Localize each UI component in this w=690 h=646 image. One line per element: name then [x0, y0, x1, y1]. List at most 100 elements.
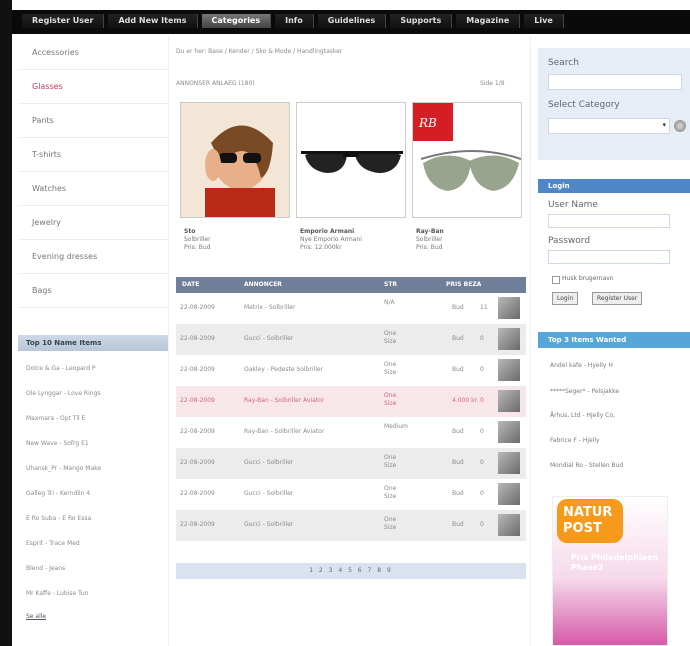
cell-name[interactable]: Gucci - Solbriller [244, 490, 293, 497]
product-caption-desc: Nye Emporio Armani [300, 236, 362, 243]
col-size[interactable]: STR [384, 281, 397, 288]
nav-add-new-items[interactable]: Add New Items [108, 14, 198, 28]
cell-price: 4.000 kr. [452, 397, 479, 404]
product-photo-rayban[interactable]: RB [412, 102, 522, 218]
cell-count: 0 [480, 366, 484, 373]
category-select[interactable]: ▾ [548, 118, 670, 134]
product-caption-desc: Solbriller [416, 236, 443, 243]
top-name-item[interactable]: Mr Kaffe - Lubise Tun [18, 583, 168, 605]
product-photo-rayban-svg: RB [413, 103, 521, 217]
nav-info[interactable]: Info [275, 14, 314, 28]
product-photo-glasses-black[interactable] [296, 102, 406, 218]
category-accessories[interactable]: Accessories [18, 36, 168, 70]
top-name-item[interactable]: Dolce & Ga - Leopard P [18, 358, 168, 380]
top-name-item[interactable]: Esprit - Trace Med [18, 533, 168, 555]
row-thumbnail[interactable] [498, 483, 520, 505]
row-thumbnail[interactable] [498, 359, 520, 381]
row-thumbnail[interactable] [498, 452, 520, 474]
advertisement-banner[interactable]: NATUR POST Pris Philadelphiaen Phase2 [552, 496, 668, 646]
cell-date: 22-08-2009 [180, 304, 215, 311]
col-annoncer[interactable]: ANNONCER [244, 281, 282, 288]
cell-name[interactable]: Oakley - Pedeste Solbriller [244, 366, 323, 373]
category-list: Accessories Glasses Pants T-shirts Watch… [18, 36, 168, 308]
top-name-item[interactable]: Maxmara - Opt Til E [18, 408, 168, 430]
product-photo-woman[interactable] [180, 102, 290, 218]
search-title: Search [548, 58, 579, 68]
product-photo-woman-svg [181, 103, 289, 217]
top3-item[interactable]: Andel kafe - Hyelly H [550, 362, 613, 369]
top-name-item[interactable]: Galleg Tri - Kerndlin 4 [18, 483, 168, 505]
category-tshirts[interactable]: T-shirts [18, 138, 168, 172]
col-price[interactable]: PRIS BEZA [446, 281, 481, 288]
nav-register-user[interactable]: Register User [22, 14, 105, 28]
separator-right [530, 36, 531, 646]
listing-table-header: DATE ANNONCER STR PRIS BEZA [176, 277, 526, 293]
row-thumbnail[interactable] [498, 421, 520, 443]
username-input[interactable] [548, 214, 670, 228]
cell-price: Bud [452, 459, 464, 466]
nav-guidelines[interactable]: Guidelines [317, 14, 387, 28]
cell-name[interactable]: Matrix - Solbriller [244, 304, 295, 311]
nav-live[interactable]: Live [524, 14, 564, 28]
product-caption-title: Sto [184, 228, 196, 235]
pagination[interactable]: 1 2 3 4 5 6 7 8 9 [176, 563, 526, 579]
row-thumbnail[interactable] [498, 514, 520, 536]
top3-item[interactable]: Århus, Ltd - Hjelly Co, [550, 412, 615, 419]
row-thumbnail[interactable] [498, 297, 520, 319]
nav-supports[interactable]: Supports [390, 14, 453, 28]
category-jewelry[interactable]: Jewelry [18, 206, 168, 240]
cell-count: 0 [480, 397, 484, 404]
table-row[interactable]: 22-08-2009 Gucci - Solbriller One Size Bud 0 [176, 448, 526, 480]
cell-date: 22-08-2009 [180, 335, 215, 342]
table-row[interactable]: 22-08-2009 Ray-Ban - Solbriller Aviator On… [176, 386, 526, 418]
category-pants[interactable]: Pants [18, 104, 168, 138]
search-go-icon[interactable] [674, 120, 686, 132]
page: Register User Add New Items Categories I… [0, 0, 690, 646]
table-row[interactable]: 22-08-2009 Gucci - Solbriller One Size Bud 0 [176, 479, 526, 511]
top-name-item[interactable]: Blend - Jeans [18, 558, 168, 580]
top-name-item[interactable]: Ole Lynggar - Love Rings [18, 383, 168, 405]
cell-date: 22-08-2009 [180, 459, 215, 466]
row-thumbnail[interactable] [498, 328, 520, 350]
cell-name[interactable]: Gucci - Solbriller [244, 521, 293, 528]
see-all-link[interactable]: Se alle [18, 606, 168, 628]
table-row[interactable]: 22-08-2009 Oakley - Pedeste Solbriller One… [176, 355, 526, 387]
top-name-item[interactable]: E Ro Suba - E Ro Essa [18, 508, 168, 530]
password-input[interactable] [548, 250, 670, 264]
cell-name[interactable]: Ray-Ban - Solbriller Aviator [244, 428, 324, 435]
top-name-item[interactable]: Uhansk_Pr - Mango Make [18, 458, 168, 480]
top-name-item[interactable]: New Wave - Sofrg E1 [18, 433, 168, 455]
table-row[interactable]: 22-08-2009 Matrix - Solbriller N/A Bud 11 [176, 293, 526, 325]
login-heading: Login [538, 179, 690, 193]
category-bags[interactable]: Bags [18, 274, 168, 308]
product-caption-price: Pris: 12.000kr [300, 244, 342, 251]
login-button[interactable]: Login [552, 292, 579, 305]
product-caption-price: Pris: Bud [184, 244, 211, 251]
search-input[interactable] [548, 74, 682, 90]
product-caption-title: Ray-Ban [416, 228, 444, 235]
category-watches[interactable]: Watches [18, 172, 168, 206]
cell-price: Bud [452, 428, 464, 435]
row-thumbnail[interactable] [498, 390, 520, 412]
product-caption-price: Pris: Bud [416, 244, 443, 251]
col-date[interactable]: DATE [182, 281, 199, 288]
top3-item[interactable]: *****Seger* - Pelsjakke [550, 388, 619, 395]
category-evening-dresses[interactable]: Evening dresses [18, 240, 168, 274]
table-row[interactable]: 22-08-2009 Ray-Ban - Solbriller Aviator Me… [176, 417, 526, 449]
category-glasses[interactable]: Glasses [18, 70, 168, 104]
table-row[interactable]: 22-08-2009 Gucci - Solbriller One Size Bud 0 [176, 324, 526, 356]
register-button[interactable]: Register User [592, 292, 643, 305]
nav-magazine[interactable]: Magazine [456, 14, 521, 28]
table-row[interactable]: 22-08-2009 Gucci - Solbriller One Size Bud 0 [176, 510, 526, 542]
listing-info: ANNONSER ANLAEG (180) [176, 80, 255, 87]
nav-categories[interactable]: Categories [201, 14, 272, 28]
cell-size: One Size [384, 485, 397, 500]
cell-name[interactable]: Gucci - Solbriller [244, 335, 293, 342]
cell-size: One Size [384, 454, 397, 469]
ad-logo: NATUR POST [557, 499, 623, 543]
remember-checkbox[interactable] [552, 276, 560, 284]
cell-name[interactable]: Ray-Ban - Solbriller Aviator [244, 397, 324, 404]
top3-item[interactable]: Mondial Ro - Stellen Bud [550, 462, 623, 469]
top3-item[interactable]: Fabrice F - Hjelly [550, 437, 600, 444]
cell-name[interactable]: Gucci - Solbriller [244, 459, 293, 466]
